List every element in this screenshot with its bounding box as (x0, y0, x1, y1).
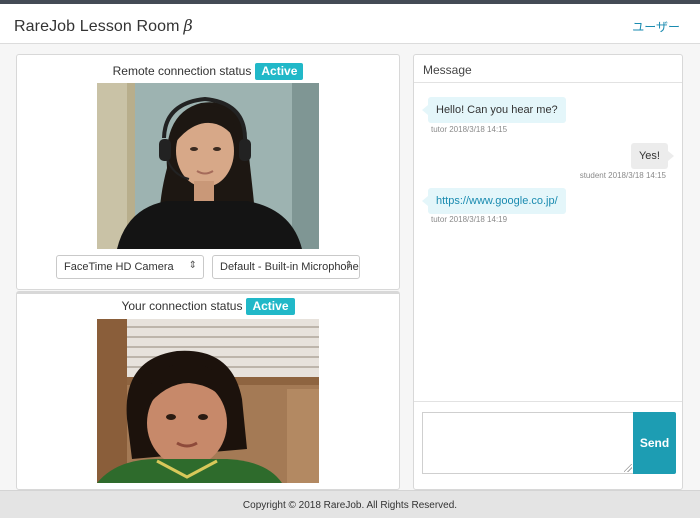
select-arrows-icon: ⇕ (188, 260, 197, 271)
local-video-image (97, 319, 319, 483)
message-panel: Message Hello! Can you hear me? tutor 20… (413, 54, 683, 490)
top-navbar: RareJob Lesson Room β ユーザー (0, 0, 700, 44)
message-compose-area: Send (414, 401, 682, 491)
local-status-badge: Active (246, 298, 295, 315)
remote-status-label: Remote connection status (112, 64, 252, 78)
message-meta: tutor 2018/3/18 14:15 (431, 125, 508, 134)
message-link-bubble[interactable]: https://www.google.co.jp/ (422, 188, 566, 214)
camera-select[interactable]: FaceTime HD Camera ⇕ (56, 255, 204, 279)
message-input[interactable] (422, 412, 634, 474)
remote-status-badge: Active (255, 63, 304, 80)
microphone-select-value: Default - Built-in Microphone (220, 261, 359, 273)
message-bubble-student: Yes! (630, 143, 675, 169)
footer: Copyright © 2018 RareJob. All Rights Res… (0, 490, 700, 518)
message-meta: tutor 2018/3/18 14:19 (431, 215, 508, 224)
local-video-panel: Your connection status Active (16, 291, 400, 490)
remote-video-feed (97, 83, 319, 249)
remote-video-image (97, 83, 319, 249)
remote-video-panel: Remote connection status Active FaceTime… (16, 54, 400, 290)
message-bubble-tutor: Hello! Can you hear me? (422, 97, 566, 123)
brand-name: RareJob Lesson Room (14, 18, 180, 35)
camera-select-value: FaceTime HD Camera (64, 261, 174, 273)
select-arrows-icon: ⇕ (344, 260, 353, 271)
resize-grip-icon[interactable] (624, 464, 632, 472)
lesson-room-content: Remote connection status Active FaceTime… (0, 44, 700, 490)
microphone-select[interactable]: Default - Built-in Microphone ⇕ (212, 255, 360, 279)
local-connection-status: Your connection status Active (17, 298, 399, 315)
local-video-feed (97, 319, 319, 483)
brand-title[interactable]: RareJob Lesson Room β (14, 16, 193, 36)
user-menu-link[interactable]: ユーザー (632, 18, 680, 35)
beta-symbol: β (183, 16, 193, 35)
message-meta: student 2018/3/18 14:15 (579, 171, 666, 180)
message-panel-header: Message (414, 55, 682, 83)
remote-connection-status: Remote connection status Active (17, 63, 399, 80)
send-button[interactable]: Send (633, 412, 676, 474)
copyright-text: Copyright © 2018 RareJob. All Rights Res… (242, 500, 458, 511)
local-status-label: Your connection status (121, 299, 243, 313)
